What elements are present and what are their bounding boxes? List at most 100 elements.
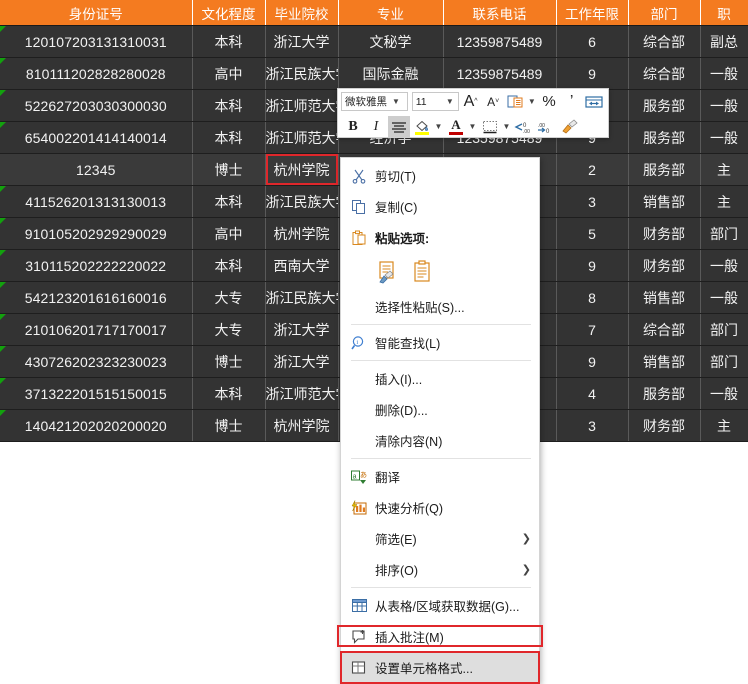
cell-years[interactable]: 9 bbox=[556, 345, 629, 378]
cell-major[interactable]: 国际金融 bbox=[338, 57, 444, 90]
percent-style-button[interactable]: % bbox=[538, 91, 560, 112]
cell-title[interactable]: 一般 bbox=[700, 377, 748, 410]
cell-school[interactable]: 浙江民族大学 bbox=[265, 281, 339, 314]
menu-item-14[interactable]: 筛选(E) ❯ bbox=[341, 523, 539, 554]
cell-department[interactable]: 综合部 bbox=[628, 313, 701, 346]
font-color-button[interactable]: A bbox=[445, 116, 467, 137]
cell-title[interactable]: 副总 bbox=[700, 25, 748, 58]
cell-id[interactable]: 522627203030300030 bbox=[0, 89, 193, 122]
cell-education[interactable]: 本科 bbox=[192, 121, 266, 154]
cell-title[interactable]: 一般 bbox=[700, 121, 748, 154]
cell-years[interactable]: 5 bbox=[556, 217, 629, 250]
cell-education[interactable]: 本科 bbox=[192, 25, 266, 58]
cell-years[interactable]: 2 bbox=[556, 153, 629, 186]
cell-department[interactable]: 综合部 bbox=[628, 57, 701, 90]
menu-item-8[interactable]: 插入(I)... bbox=[341, 363, 539, 394]
menu-item-9[interactable]: 删除(D)... bbox=[341, 394, 539, 425]
cell-id[interactable]: 371322201515150015 bbox=[0, 377, 193, 410]
cell-education[interactable]: 本科 bbox=[192, 185, 266, 218]
menu-item-18[interactable]: 插入批注(M) bbox=[341, 621, 539, 652]
cell-id[interactable]: 210106201717170017 bbox=[0, 313, 193, 346]
column-header-school[interactable]: 毕业院校 bbox=[265, 0, 339, 26]
menu-item-13[interactable]: 快速分析(Q) bbox=[341, 492, 539, 523]
cell-title[interactable]: 主 bbox=[700, 409, 748, 442]
table-row[interactable]: 810111202828280028高中浙江民族大学国际金融1235987548… bbox=[0, 57, 748, 90]
grow-font-button[interactable]: A ^ bbox=[460, 91, 482, 112]
cell-years[interactable]: 4 bbox=[556, 377, 629, 410]
cell-department[interactable]: 财务部 bbox=[628, 409, 701, 442]
comma-style-button[interactable]: ’ bbox=[561, 91, 583, 112]
cell-school[interactable]: 浙江师范大学 bbox=[265, 377, 339, 410]
decrease-decimal-button[interactable]: 0 .00 bbox=[513, 116, 535, 137]
number-format-button[interactable] bbox=[505, 91, 527, 112]
cell-years[interactable]: 9 bbox=[556, 57, 629, 90]
shrink-font-button[interactable]: A ˅ bbox=[482, 91, 504, 112]
cell-education[interactable]: 博士 bbox=[192, 345, 266, 378]
cell-title[interactable]: 部门 bbox=[700, 217, 748, 250]
cell-department[interactable]: 财务部 bbox=[628, 217, 701, 250]
cell-years[interactable]: 8 bbox=[556, 281, 629, 314]
cell-school[interactable]: 浙江民族大学 bbox=[265, 185, 339, 218]
cell-education[interactable]: 大专 bbox=[192, 313, 266, 346]
cell-department[interactable]: 服务部 bbox=[628, 121, 701, 154]
borders-button[interactable] bbox=[479, 116, 501, 137]
paste-values-icon[interactable] bbox=[405, 256, 439, 288]
menu-item-0[interactable]: 剪切(T) bbox=[341, 160, 539, 191]
cell-department[interactable]: 财务部 bbox=[628, 249, 701, 282]
cell-id[interactable]: 120107203131310031 bbox=[0, 25, 193, 58]
cell-years[interactable]: 3 bbox=[556, 409, 629, 442]
cell-id[interactable]: 910105202929290029 bbox=[0, 217, 193, 250]
column-header-years[interactable]: 工作年限 bbox=[556, 0, 629, 26]
chevron-down-icon[interactable]: ▼ bbox=[501, 122, 512, 131]
cell-years[interactable]: 7 bbox=[556, 313, 629, 346]
format-painter-button[interactable] bbox=[559, 116, 581, 137]
cell-department[interactable]: 综合部 bbox=[628, 25, 701, 58]
cell-school[interactable]: 杭州学院 bbox=[265, 409, 339, 442]
menu-item-19[interactable]: 设置单元格格式... bbox=[340, 651, 540, 684]
cell-department[interactable]: 销售部 bbox=[628, 281, 701, 314]
cell-title[interactable]: 一般 bbox=[700, 249, 748, 282]
italic-button[interactable]: I bbox=[365, 116, 387, 137]
cell-school[interactable]: 西南大学 bbox=[265, 249, 339, 282]
column-header-id[interactable]: 身份证号 bbox=[0, 0, 193, 26]
cell-school[interactable]: 浙江大学 bbox=[265, 313, 339, 346]
cell-department[interactable]: 销售部 bbox=[628, 345, 701, 378]
cell-department[interactable]: 服务部 bbox=[628, 377, 701, 410]
cell-major[interactable]: 文秘学 bbox=[338, 25, 444, 58]
cell-title[interactable]: 一般 bbox=[700, 89, 748, 122]
cell-phone[interactable]: 12359875489 bbox=[443, 25, 557, 58]
cell-school[interactable]: 浙江大学 bbox=[265, 345, 339, 378]
cell-id[interactable]: 654002201414140014 bbox=[0, 121, 193, 154]
cell-id[interactable]: 140421202020200020 bbox=[0, 409, 193, 442]
cell-title[interactable]: 主 bbox=[700, 185, 748, 218]
menu-item-2[interactable]: 粘贴选项: bbox=[341, 222, 539, 253]
paste-values-and-formatting-icon[interactable] bbox=[371, 256, 405, 288]
cell-education[interactable]: 博士 bbox=[192, 153, 266, 186]
cell-title[interactable]: 一般 bbox=[700, 281, 748, 314]
fill-color-button[interactable] bbox=[411, 116, 433, 137]
cell-school[interactable]: 杭州学院 bbox=[265, 217, 339, 250]
cell-title[interactable]: 主 bbox=[700, 153, 748, 186]
cell-years[interactable]: 3 bbox=[556, 185, 629, 218]
chevron-down-icon[interactable]: ▼ bbox=[433, 122, 444, 131]
cell-id[interactable]: 430726202323230023 bbox=[0, 345, 193, 378]
cell-years[interactable]: 9 bbox=[556, 249, 629, 282]
cell-department[interactable]: 服务部 bbox=[628, 153, 701, 186]
context-menu[interactable]: 剪切(T) 复制(C) 粘贴选项: 选择性粘贴(S)... i 智能查找(L) 插入(I).… bbox=[340, 157, 540, 684]
menu-item-10[interactable]: 清除内容(N) bbox=[341, 425, 539, 456]
align-center-button[interactable] bbox=[388, 116, 410, 137]
column-header-major[interactable]: 专业 bbox=[338, 0, 444, 26]
cell-years[interactable]: 6 bbox=[556, 25, 629, 58]
menu-item-1[interactable]: 复制(C) bbox=[341, 191, 539, 222]
cell-education[interactable]: 博士 bbox=[192, 409, 266, 442]
column-header-title[interactable]: 职 bbox=[700, 0, 748, 26]
table-row[interactable]: 120107203131310031 本科 浙江大学 文秘学 12359875489 6 综… bbox=[0, 25, 748, 58]
menu-item-15[interactable]: 排序(O) ❯ bbox=[341, 554, 539, 585]
merge-cells-button[interactable] bbox=[583, 91, 605, 112]
mini-format-toolbar[interactable]: 微软雅黑 ▼ 11 ▼ A ^ A ˅ ▼ % ’ B I ▼ A ▼ ▼ 0 … bbox=[337, 88, 609, 138]
cell-education[interactable]: 本科 bbox=[192, 89, 266, 122]
cell-education[interactable]: 高中 bbox=[192, 57, 266, 90]
bold-button[interactable]: B bbox=[342, 116, 364, 137]
column-header-edu[interactable]: 文化程度 bbox=[192, 0, 266, 26]
menu-item-4[interactable]: 选择性粘贴(S)... bbox=[341, 291, 539, 322]
